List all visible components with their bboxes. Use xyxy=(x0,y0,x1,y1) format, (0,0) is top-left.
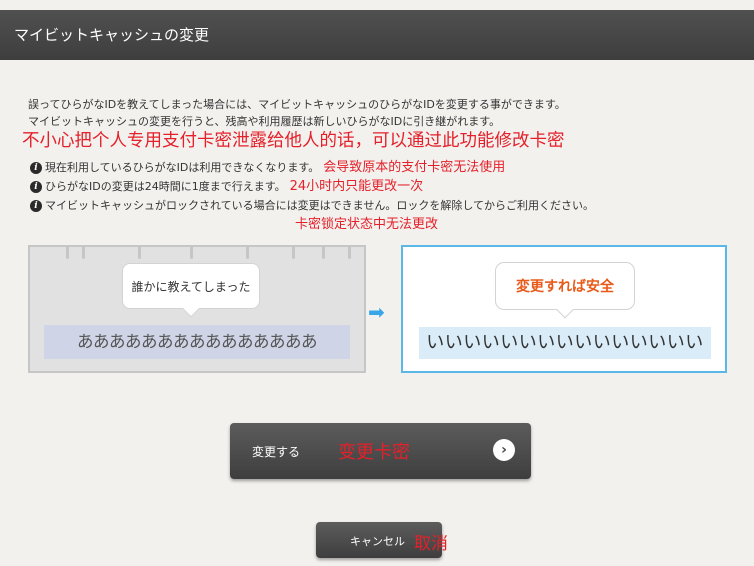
intro-text: 誤ってひらがなIDを教えてしまった場合には、マイビットキャッシュのひらがなIDを… xyxy=(28,96,566,130)
hiragana-id-new: いいいいいいいいいいいいいいい xyxy=(419,327,711,359)
arrow-right-icon: ➡ xyxy=(368,300,385,324)
info-text: 現在利用しているひらがなIDは利用できなくなります。 xyxy=(45,161,320,174)
bubble-text: 誰かに教えてしまった xyxy=(131,280,251,294)
info-icon: i xyxy=(30,161,42,174)
illustration-after: 変更すれば安全 いいいいいいいいいいいいいいい xyxy=(401,245,727,373)
bubble-text: 変更すれば安全 xyxy=(516,279,614,295)
info-list: i 現在利用しているひらがなIDは利用できなくなります。 会导致原本的支付卡密无… xyxy=(30,158,594,215)
lock-annotation: 卡密锁定状态中无法更改 xyxy=(295,217,439,232)
info-item: i ひらがなIDの変更は24時間に1度まで行えます。 24小时内只能更改一次 xyxy=(30,177,594,196)
speech-bubble: 変更すれば安全 xyxy=(495,262,635,319)
annotation-note: 不小心把个人专用支付卡密泄露给他人的话，可以通过此功能修改卡密 xyxy=(22,131,565,151)
speech-bubble: 誰かに教えてしまった xyxy=(122,263,260,318)
change-button[interactable]: 変更する 变更卡密 › xyxy=(230,423,531,479)
illustration-before: 誰かに教えてしまった あああああああああああああああ xyxy=(28,245,366,373)
intro-line-1: 誤ってひらがなIDを教えてしまった場合には、マイビットキャッシュのひらがなIDを… xyxy=(28,98,566,111)
title-bar: マイビットキャッシュの変更 xyxy=(0,0,754,66)
info-text: ひらがなIDの変更は24時間に1度まで行えます。 xyxy=(45,180,286,193)
info-icon: i xyxy=(30,199,42,212)
change-button-label: 変更する xyxy=(252,445,301,459)
hiragana-id-old: あああああああああああああああ xyxy=(44,325,350,359)
change-button-annotation: 变更卡密 xyxy=(338,442,410,463)
info-icon: i xyxy=(30,180,42,193)
pins-decoration xyxy=(30,245,364,259)
page-title: マイビットキャッシュの変更 xyxy=(0,10,754,60)
cancel-button[interactable]: キャンセル 取消 xyxy=(316,522,448,558)
cancel-button-label: キャンセル xyxy=(350,535,405,548)
cancel-button-annotation: 取消 xyxy=(414,534,448,554)
info-item: i 現在利用しているひらがなIDは利用できなくなります。 会导致原本的支付卡密无… xyxy=(30,158,594,177)
chevron-right-icon: › xyxy=(493,439,515,461)
info-annotation: 24小时内只能更改一次 xyxy=(289,179,424,194)
info-annotation: 会导致原本的支付卡密无法使用 xyxy=(323,160,506,175)
